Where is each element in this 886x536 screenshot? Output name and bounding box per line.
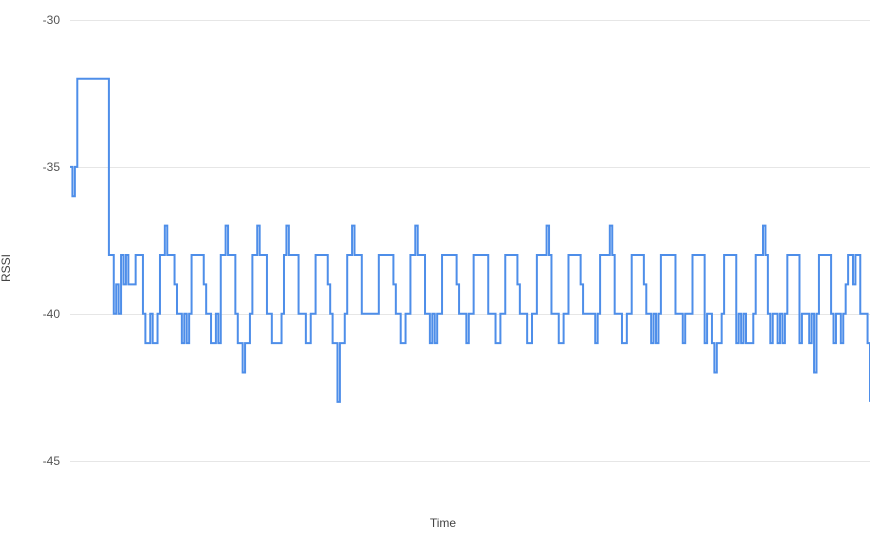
plot-area <box>70 20 870 490</box>
chart-svg <box>70 20 870 490</box>
chart-container: RSSI -30 -35 -40 -45 Time <box>0 0 886 536</box>
y-tick-label: -35 <box>0 160 60 174</box>
x-axis-label: Time <box>430 516 456 530</box>
rssi-series <box>70 79 870 402</box>
y-axis-label: RSSI <box>0 254 13 282</box>
y-tick-label: -30 <box>0 13 60 27</box>
y-tick-label: -40 <box>0 307 60 321</box>
y-tick-label: -45 <box>0 454 60 468</box>
